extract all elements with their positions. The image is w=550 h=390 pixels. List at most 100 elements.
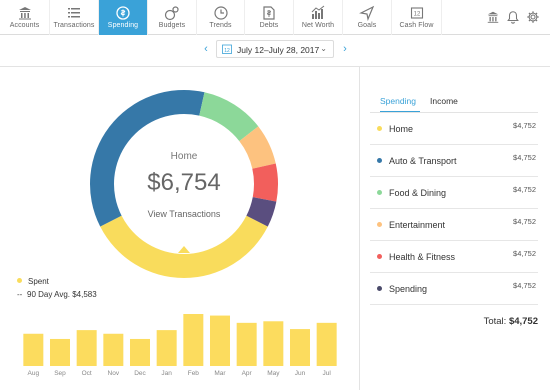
nav-label: Budgets (158, 22, 186, 29)
category-row-food-dining[interactable]: Food & Dining $4,752 (370, 177, 538, 209)
nav-budgets[interactable]: Budgets (148, 0, 197, 35)
bank-icon (18, 7, 31, 20)
bar-apr[interactable] (236, 322, 257, 366)
cash-flow-icon: 12 (410, 7, 423, 19)
category-name: Food & Dining (389, 188, 447, 198)
category-dot (377, 190, 382, 195)
category-amount: $4,752 (513, 249, 536, 258)
date-range-label: July 12–July 28, 2017 (237, 45, 320, 55)
category-row-health-fitness[interactable]: Health & Fitness $4,752 (370, 241, 538, 273)
month-label: Jul (322, 370, 331, 377)
legend-average-label: 90 Day Avg. $4,583 (27, 290, 97, 299)
net-worth-icon (311, 5, 325, 19)
date-range-bar: ‹ 12 July 12–July 28, 2017 ⌄ › (0, 40, 550, 60)
nav-label: Trends (209, 22, 232, 29)
dashed-line-icon: -- (17, 290, 23, 299)
category-row-entertainment[interactable]: Entertainment $4,752 (370, 209, 538, 241)
bar-jan[interactable] (156, 330, 177, 366)
bar-nov[interactable] (103, 333, 124, 366)
gear-icon[interactable] (526, 10, 540, 24)
category-name: Auto & Transport (389, 156, 457, 166)
chevron-down-icon: ⌄ (320, 44, 327, 53)
nav-label: Debts (259, 22, 279, 29)
month-label: Dec (134, 370, 146, 377)
category-amount: $4,752 (513, 281, 536, 290)
category-row-spending[interactable]: Spending $4,752 (370, 273, 538, 305)
nav-cash-flow[interactable]: 12 Cash Flow (392, 0, 442, 35)
bar-mar[interactable] (210, 315, 230, 366)
selected-segment-pointer (178, 246, 190, 253)
bar-jun[interactable] (290, 329, 310, 366)
bell-icon[interactable] (506, 10, 520, 24)
bar-oct[interactable] (76, 330, 97, 366)
tab-income[interactable]: Income (430, 96, 458, 106)
legend-average: -- 90 Day Avg. $4,583 (17, 290, 97, 299)
tab-spending[interactable]: Spending (380, 96, 416, 106)
month-label: Jan (161, 370, 172, 377)
category-row-home[interactable]: Home $4,752 (370, 113, 538, 145)
donut-center-category: Home (170, 151, 198, 162)
legend-spent-label: Spent (28, 277, 49, 286)
spending-donut-chart: Home $6,754 View Transactions (89, 89, 279, 279)
bar-sep[interactable] (50, 338, 70, 366)
spent-dot (17, 278, 22, 283)
category-dot (377, 222, 382, 227)
bar-jul[interactable] (316, 322, 337, 366)
legend-spent: Spent (17, 277, 49, 286)
month-label: Sep (54, 370, 66, 377)
bar-may[interactable] (263, 321, 284, 366)
calendar-icon: 12 (222, 44, 232, 54)
month-label: Mar (214, 370, 226, 377)
spending-icon (116, 6, 130, 20)
next-period-button[interactable]: › (338, 40, 352, 58)
category-name: Entertainment (389, 220, 446, 230)
bar-chart-svg (23, 314, 337, 366)
category-name: Spending (389, 284, 428, 294)
nav-net-worth[interactable]: Net Worth (294, 0, 343, 35)
bar-aug[interactable] (23, 333, 44, 366)
month-label: Apr (241, 370, 252, 377)
clock-icon (213, 6, 228, 20)
category-dot (377, 286, 382, 291)
category-name: Health & Fitness (389, 252, 456, 262)
divider (0, 66, 550, 67)
list-icon (68, 8, 80, 18)
debts-icon (263, 6, 275, 20)
month-label: Aug (27, 370, 40, 377)
category-amount: $4,752 (513, 153, 536, 162)
nav-trends[interactable]: Trends (197, 0, 245, 35)
nav-accounts[interactable]: Accounts (0, 0, 50, 35)
category-dot (377, 126, 382, 131)
nav-goals[interactable]: Goals (343, 0, 392, 35)
donut-center-amount: $6,754 (147, 169, 221, 196)
month-label: Feb (187, 370, 199, 377)
category-amount: $4,752 (513, 217, 536, 226)
previous-period-button[interactable]: ‹ (199, 40, 213, 58)
view-transactions-link[interactable]: View Transactions (89, 209, 279, 219)
category-amount: $4,752 (513, 121, 536, 130)
month-label: Oct (81, 370, 92, 377)
category-amount: $4,752 (513, 185, 536, 194)
nav-label: Transactions (53, 22, 95, 29)
nav-transactions[interactable]: Transactions (50, 0, 99, 35)
bank-icon[interactable] (486, 10, 500, 24)
month-label: May (267, 370, 280, 377)
svg-text:12: 12 (413, 12, 420, 18)
nav-debts[interactable]: Debts (245, 0, 294, 35)
nav-label: Net Worth (301, 22, 335, 29)
category-row-auto-transport[interactable]: Auto & Transport $4,752 (370, 145, 538, 177)
category-dot (377, 254, 382, 259)
date-range-picker[interactable]: 12 July 12–July 28, 2017 ⌄ (216, 40, 334, 58)
svg-text:12: 12 (224, 48, 230, 54)
total-label: Total: (483, 316, 507, 327)
month-label: Nov (107, 370, 120, 377)
total-amount: $4,752 (508, 316, 538, 327)
monthly-spending-bar-chart: Aug Sep Oct Nov Dec Jan Feb Mar Apr May Jun Jul (23, 308, 343, 388)
month-label: Jun (294, 370, 306, 377)
nav-spending[interactable]: Spending (99, 0, 148, 35)
bar-feb[interactable] (183, 314, 204, 366)
category-name: Home (389, 124, 414, 134)
divider (359, 67, 360, 390)
bar-dec[interactable] (130, 338, 150, 366)
total-summary: Total: $4,752 (484, 316, 538, 327)
